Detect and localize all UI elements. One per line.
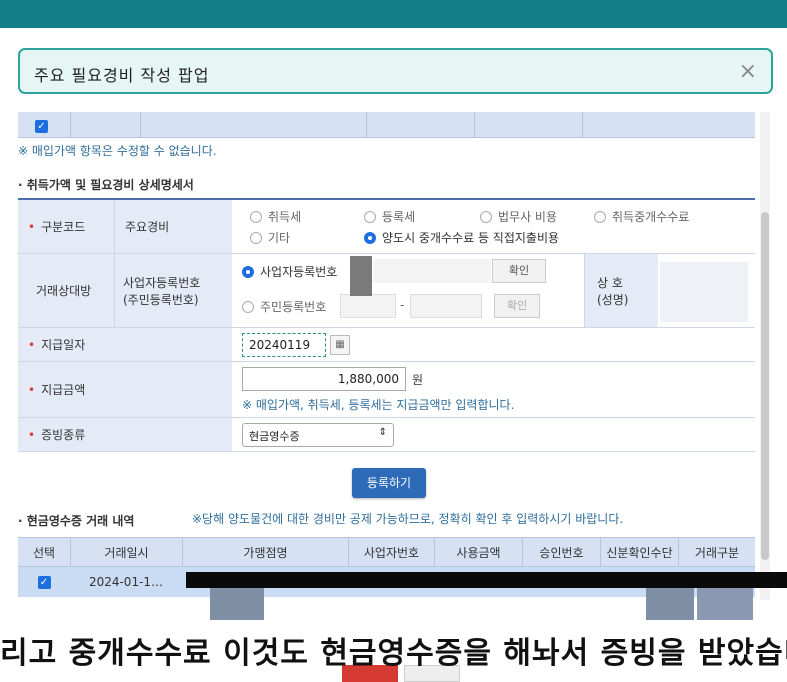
- calendar-icon[interactable]: ▦: [330, 335, 350, 355]
- radio-icon: [480, 210, 492, 223]
- radio-acq-brokerage[interactable]: 취득중개수수료: [594, 208, 689, 225]
- popup-title-bar: 주요 필요경비 작성 팝업 ×: [18, 48, 773, 94]
- main-expense-row: • 구분코드 주요경비 취득세 등록세 법무사 비용 취득중개수수료 기타 양도시…: [18, 198, 755, 254]
- col-id-method: 신분확인수단: [600, 538, 678, 568]
- radio-etc[interactable]: 기타: [250, 229, 290, 246]
- readonly-note: ※ 매입가액 항목은 수정할 수 없습니다.: [18, 144, 217, 158]
- col-approval: 승인번호: [522, 538, 600, 568]
- main-expense-label: 주요경비: [125, 220, 170, 234]
- radio-acq-tax[interactable]: 취득세: [250, 208, 301, 225]
- prev-table-row: ✓: [18, 112, 755, 138]
- row-select-checkbox[interactable]: ✓: [18, 567, 70, 597]
- won-unit: 원: [412, 373, 424, 387]
- pay-date-row: • 지급일자 20240119 ▦: [18, 328, 755, 362]
- radio-icon: [250, 210, 262, 223]
- radio-bizno[interactable]: 사업자등록번호: [242, 263, 337, 280]
- trade-name-field[interactable]: [660, 262, 748, 322]
- radio-reg-tax[interactable]: 등록세: [364, 208, 415, 225]
- check-icon: ✓: [35, 120, 48, 133]
- select-arrow-icon: ⇕: [378, 427, 387, 438]
- cash-receipt-section-title: · 현금영수증 거래 내역: [18, 514, 135, 528]
- radio-transfer-brokerage[interactable]: 양도시 중개수수료 등 직접지출비용: [364, 229, 559, 246]
- register-button[interactable]: 등록하기: [352, 468, 426, 498]
- pay-date-input[interactable]: 20240119: [242, 333, 326, 357]
- radio-icon: [250, 231, 262, 244]
- resno-input-back[interactable]: [410, 294, 482, 318]
- pay-amount-row: • 지급금액 1,880,000 원 ※ 매입가액, 취득세, 등록세는 지급금액…: [18, 362, 755, 418]
- video-subtitle: 리고 중개수수료 이것도 현금영수증을 해놔서 증빙을 받았습니다: [0, 636, 787, 671]
- radio-icon: [594, 210, 606, 223]
- confirm-button-disabled[interactable]: 확인: [494, 294, 540, 318]
- top-banner: [0, 0, 787, 28]
- redacted-block: [697, 588, 753, 620]
- radio-resno[interactable]: 주민등록번호: [242, 298, 326, 315]
- radio-icon: [242, 300, 254, 313]
- radio-selected-icon: [242, 265, 254, 278]
- dash-separator: -: [400, 298, 405, 312]
- redacted-bar: [186, 572, 787, 588]
- col-trade-type: 거래구분: [678, 538, 755, 568]
- col-bizno: 사업자번호: [348, 538, 434, 568]
- pay-amount-input[interactable]: 1,880,000: [242, 367, 406, 391]
- col-date: 거래일시: [70, 538, 182, 568]
- redacted-block: [646, 588, 694, 620]
- redacted-block: [210, 588, 264, 620]
- check-icon: ✓: [37, 576, 51, 589]
- evidence-row: • 증빙종류 현금영수증 ⇕: [18, 418, 755, 452]
- trade-name-label: 상 호 (성명): [584, 254, 658, 327]
- evidence-select[interactable]: 현금영수증 ⇕: [242, 423, 394, 447]
- row-checkbox[interactable]: ✓: [35, 118, 48, 133]
- pay-amount-label: 지급금액: [41, 383, 86, 397]
- scrollbar-thumb[interactable]: [761, 212, 769, 560]
- detail-section-title: · 취득가액 및 필요경비 상세명세서: [18, 178, 194, 192]
- evidence-label: 증빙종류: [41, 428, 86, 442]
- code-label: 구분코드: [41, 220, 86, 234]
- popup-content: ✓ ※ 매입가액 항목은 수정할 수 없습니다. · 취득가액 및 필요경비 상…: [18, 108, 755, 600]
- bizno-input[interactable]: [373, 259, 491, 283]
- radio-legal-fee[interactable]: 법무사 비용: [480, 208, 557, 225]
- redacted-block: [350, 256, 372, 296]
- confirm-button[interactable]: 확인: [492, 259, 546, 283]
- col-merchant: 가맹점명: [182, 538, 348, 568]
- pay-amount-note: ※ 매입가액, 취득세, 등록세는 지급금액만 입력합니다.: [242, 398, 515, 412]
- row-date: 2024-01-1…: [88, 575, 164, 589]
- col-amount: 사용금액: [434, 538, 522, 568]
- radio-icon: [364, 210, 376, 223]
- resno-input-front[interactable]: [340, 294, 396, 318]
- popup-title: 주요 필요경비 작성 팝업: [34, 66, 210, 85]
- col-select: 선택: [32, 546, 56, 560]
- close-icon[interactable]: ×: [739, 59, 757, 84]
- pay-date-label: 지급일자: [41, 338, 86, 352]
- receipt-list-header: 선택 거래일시 가맹점명 사업자번호 사용금액 승인번호 신분확인수단 거래구분: [18, 537, 755, 568]
- counterparty-label: 거래상대방: [18, 254, 114, 327]
- bizno-label: 사업자등록번호 (주민등록번호): [114, 254, 232, 327]
- deduction-note: ※당해 양도물건에 대한 경비만 공제 가능하므로, 정확히 확인 후 입력하시…: [192, 512, 624, 526]
- radio-selected-icon: [364, 231, 376, 244]
- counterparty-row: 거래상대방 사업자등록번호 (주민등록번호) 사업자등록번호 확인 주민등록번호…: [18, 254, 755, 328]
